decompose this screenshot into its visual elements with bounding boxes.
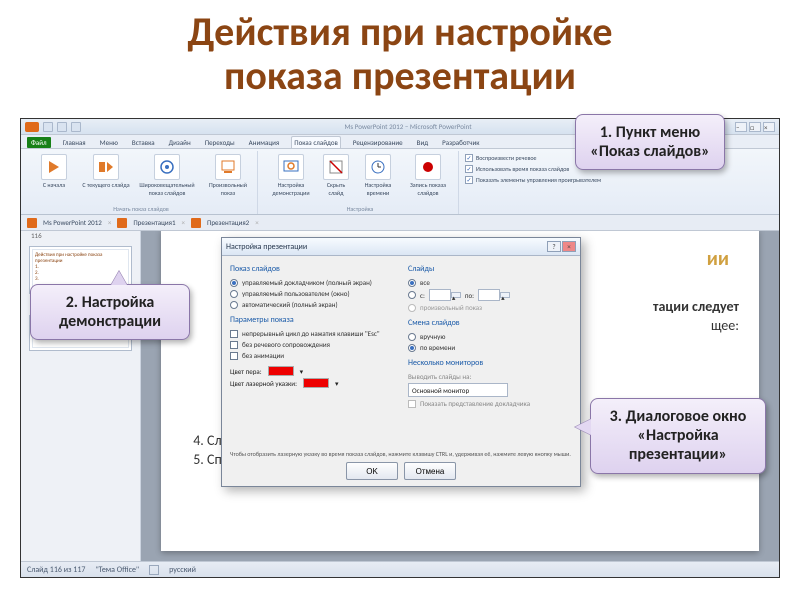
setup-icon: [278, 154, 304, 180]
tab-dev[interactable]: Разработчик: [440, 137, 481, 148]
doc-tab-1[interactable]: Ms PowerPoint 2012: [43, 218, 102, 227]
qat-save-icon[interactable]: [43, 122, 53, 132]
chk-no-narration[interactable]: без речевого сопровождения: [230, 340, 394, 349]
dialog-help-button[interactable]: ?: [547, 241, 561, 252]
radio-manual[interactable]: вручную: [408, 332, 572, 341]
qat-redo-icon[interactable]: [71, 122, 81, 132]
callout-1: 1. Пункт меню «Показ слайдов»: [575, 114, 725, 170]
btn-custom-show[interactable]: Произвольный показ: [203, 152, 253, 199]
screenshot-frame: Ms PowerPoint 2012 – Microsoft PowerPoin…: [20, 118, 780, 578]
broadcast-icon: [154, 154, 180, 180]
tab-slideshow[interactable]: Показ слайдов: [291, 136, 341, 148]
doc-icon: [191, 218, 201, 228]
group-slides: Слайды: [408, 264, 572, 274]
cancel-button[interactable]: Отмена: [404, 462, 456, 480]
btn-from-current[interactable]: С текущего слайда: [81, 152, 131, 199]
tab-review[interactable]: Рецензирование: [351, 137, 405, 148]
tab-insert[interactable]: Вставка: [130, 137, 157, 148]
dialog-right-col: Слайды все с: ▴ по: ▴ произвольный показ…: [408, 262, 572, 446]
tab-transitions[interactable]: Переходы: [203, 137, 237, 148]
page-title: Действия при настройке показа презентаци…: [0, 0, 800, 106]
slide-panel: Слайды Структура 116 Действия при настро…: [21, 215, 141, 561]
monitor-label: Выводить слайды на:: [408, 372, 572, 381]
radio-custom-show[interactable]: произвольный показ: [408, 303, 572, 312]
group-show-type: Показ слайдов: [230, 264, 394, 274]
tab-animation[interactable]: Анимация: [247, 137, 282, 148]
setup-dialog: Настройка презентации ? × Показ слайдов …: [221, 237, 581, 487]
group-advance: Смена слайдов: [408, 318, 572, 328]
group-show-options: Параметры показа: [230, 315, 394, 325]
title-line2: показа презентации: [224, 51, 576, 100]
laser-color-swatch[interactable]: [303, 378, 329, 388]
app-icon: [25, 122, 39, 132]
window-buttons: – □ ×: [735, 122, 775, 132]
doc-tab-2[interactable]: Презентация1: [133, 218, 175, 227]
chk-loop[interactable]: непрерывный цикл до нажатия клавиши "Esc…: [230, 329, 394, 338]
btn-setup-show[interactable]: Настройка демонстрации: [266, 152, 316, 199]
dropdown-icon[interactable]: ▾: [300, 367, 304, 376]
btn-from-beginning[interactable]: С начала: [29, 152, 79, 199]
radio-slide-range[interactable]: с: ▴ по: ▴: [408, 289, 572, 301]
file-tab[interactable]: Файл: [27, 137, 51, 148]
dialog-left-col: Показ слайдов управляемый докладчиком (п…: [230, 262, 394, 446]
thumb-num-1: 116: [31, 231, 140, 240]
group-monitors: Несколько мониторов: [408, 358, 572, 368]
status-bar: Слайд 116 из 117 "Тема Office" русский: [21, 561, 779, 577]
record-icon: [415, 154, 441, 180]
from-input[interactable]: [429, 289, 451, 301]
dialog-title: Настройка презентации: [226, 242, 307, 252]
doc-icon: [27, 218, 37, 228]
document-tabs: Ms PowerPoint 2012 × Презентация1 × През…: [21, 215, 779, 231]
chk-show-controls[interactable]: ✓Показать элементы управления проигрыват…: [465, 175, 601, 185]
close-button[interactable]: ×: [763, 122, 775, 132]
dialog-hint: Чтобы отобразить лазерную указку во врем…: [222, 450, 580, 458]
group-start-slideshow: С начала С текущего слайда Широковещател…: [25, 151, 258, 214]
dropdown-icon[interactable]: ▾: [335, 379, 339, 388]
radio-all-slides[interactable]: все: [408, 278, 572, 287]
clock-icon: [365, 154, 391, 180]
doc-icon: [117, 218, 127, 228]
radio-presenter[interactable]: управляемый докладчиком (полный экран): [230, 278, 394, 287]
btn-broadcast[interactable]: Широковещательный показ слайдов: [133, 152, 201, 199]
to-input[interactable]: [478, 289, 500, 301]
radio-timings[interactable]: по времени: [408, 343, 572, 352]
tab-menu[interactable]: Меню: [98, 137, 120, 148]
doc-tab-3[interactable]: Презентация2: [207, 218, 249, 227]
status-theme: "Тема Office": [95, 565, 139, 575]
minimize-button[interactable]: –: [735, 122, 747, 132]
tab-home[interactable]: Главная: [61, 137, 88, 148]
btn-hide-slide[interactable]: Скрыть слайд: [318, 152, 354, 199]
group-setup: Настройка демонстрации Скрыть слайд Наст…: [262, 151, 459, 214]
radio-kiosk[interactable]: автоматический (полный экран): [230, 300, 394, 309]
chk-no-animation[interactable]: без анимации: [230, 351, 394, 360]
spellcheck-icon[interactable]: [149, 565, 159, 575]
custom-show-icon: [215, 154, 241, 180]
callout-2: 2. Настройка демонстрации: [30, 284, 190, 340]
pen-color-row: Цвет пера: ▾: [230, 366, 394, 376]
hide-slide-icon: [323, 154, 349, 180]
ok-button[interactable]: OK: [346, 462, 398, 480]
slide-text-frag2: щее:: [711, 317, 739, 334]
laser-color-row: Цвет лазерной указки: ▾: [230, 378, 394, 388]
play-icon: [41, 154, 67, 180]
dialog-titlebar: Настройка презентации ? ×: [222, 238, 580, 256]
status-lang[interactable]: русский: [169, 565, 196, 575]
title-line1: Действия при настройке: [188, 7, 613, 56]
maximize-button[interactable]: □: [749, 122, 761, 132]
tab-view[interactable]: Вид: [415, 137, 431, 148]
radio-user[interactable]: управляемый пользователем (окно): [230, 289, 394, 298]
monitor-select[interactable]: Основной монитор: [408, 383, 508, 397]
chk-presenter-view[interactable]: Показать представление докладчика: [408, 399, 572, 408]
pen-color-swatch[interactable]: [268, 366, 294, 376]
status-slide: Слайд 116 из 117: [27, 565, 85, 575]
btn-record[interactable]: Запись показа слайдов: [402, 152, 454, 199]
play-current-icon: [93, 154, 119, 180]
slide-text-frag1: тации следует: [653, 298, 739, 315]
dialog-close-button[interactable]: ×: [562, 241, 576, 252]
qat-undo-icon[interactable]: [57, 122, 67, 132]
tab-design[interactable]: Дизайн: [167, 137, 193, 148]
btn-rehearse[interactable]: Настройка времени: [356, 152, 400, 199]
callout-3: 3. Диалоговое окно «Настройка презентаци…: [590, 398, 766, 474]
